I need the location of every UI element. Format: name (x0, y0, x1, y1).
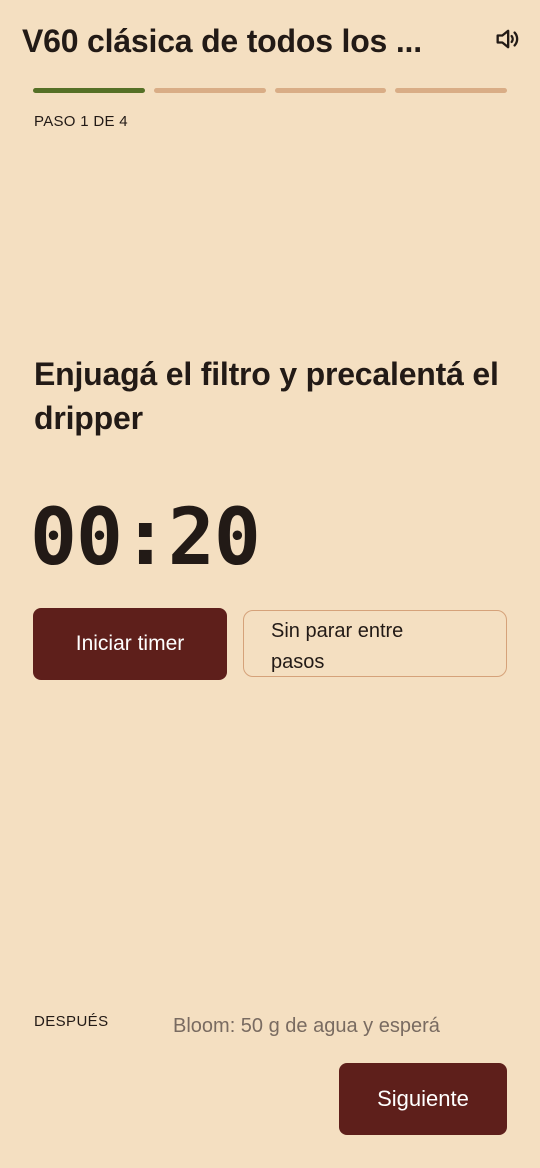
brew-step-screen: V60 clásica de todos los ... PASO 1 DE 4… (0, 0, 540, 1168)
next-step-preview: Bloom: 50 g de agua y esperá (173, 1015, 440, 1037)
step-instruction: Enjuagá el filtro y precalentá el drippe… (34, 356, 499, 436)
speaker-volume-icon (493, 25, 521, 58)
next-step-label: DESPUÉS (34, 1013, 109, 1030)
recipe-title: V60 clásica de todos los ... (22, 23, 422, 59)
next-step-button[interactable]: Siguiente (339, 1063, 507, 1135)
sound-toggle-button[interactable] (490, 24, 524, 58)
progress-segment (395, 88, 507, 93)
step-counter: PASO 1 DE 4 (34, 113, 128, 130)
progress-segment (274, 88, 387, 93)
continuous-mode-button[interactable]: Sin parar entre pasos (243, 610, 507, 677)
top-bar: V60 clásica de todos los ... (22, 18, 522, 64)
progress-segment (153, 88, 266, 93)
timer-display: 00:20 (30, 493, 261, 583)
start-timer-button[interactable]: Iniciar timer (33, 608, 227, 680)
progress-segment (33, 88, 145, 93)
step-progress-bar (33, 88, 507, 93)
